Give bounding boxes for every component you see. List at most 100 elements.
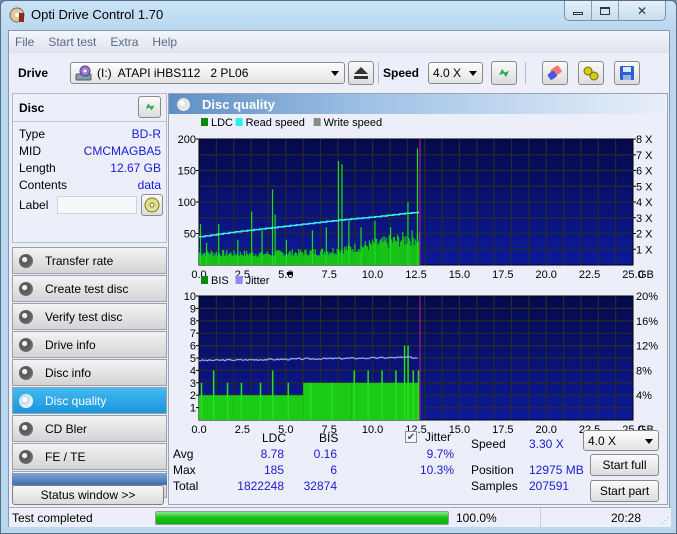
ldc-spike xyxy=(218,224,220,265)
nav-item-transfer-rate[interactable]: Transfer rate xyxy=(12,247,167,274)
close-button[interactable]: ✕ xyxy=(619,1,665,20)
ldc-spike xyxy=(337,161,340,265)
disc-quality-icon xyxy=(177,97,190,111)
eject-button[interactable] xyxy=(348,61,374,85)
y-tick-label: 1 xyxy=(190,403,196,415)
y-tick-label: 200 xyxy=(178,134,196,146)
maximize-button[interactable] xyxy=(592,1,619,20)
nav-item-label: Disc info xyxy=(45,365,92,380)
disc-type-row: Type BD-R xyxy=(19,127,161,144)
nav-item-create-test-disc[interactable]: Create test disc xyxy=(12,275,167,302)
x-tick-label: 20.0 xyxy=(535,269,556,281)
y2-tick-label: 2 X xyxy=(636,229,653,241)
legend-label: Write speed xyxy=(324,117,383,129)
y-tick-label: 50 xyxy=(184,229,196,241)
ldc-spike xyxy=(348,220,350,265)
save-button[interactable] xyxy=(614,61,640,85)
ldc-spike xyxy=(360,227,362,265)
drive-select[interactable]: (I:) ATAPI iHBS112 2 PL06 xyxy=(70,62,345,84)
charts: LDC Read speed Write speed0.0 2.5 5.0 7.5 10.0… xyxy=(178,117,659,434)
disc-contents-row: Contents data xyxy=(19,178,161,195)
disc-label-row: Label xyxy=(19,194,163,216)
disc-label-button[interactable] xyxy=(141,194,163,216)
stats-ldc-value: 185 xyxy=(263,463,284,477)
stats-ldc-header: LDC xyxy=(262,431,287,445)
start-full-button[interactable]: Start full xyxy=(590,454,659,476)
nav-item-fe-te[interactable]: FE / TE xyxy=(12,443,167,470)
drive-icon xyxy=(75,65,92,81)
ldc-spike xyxy=(261,230,263,265)
refresh-button[interactable] xyxy=(491,61,517,85)
disc-mid-row: MID CMCMAGBA5 xyxy=(19,144,161,161)
ldc-spike xyxy=(325,227,327,265)
stats-bis-value: 32874 xyxy=(303,479,337,493)
disc-type-key: Type xyxy=(19,127,46,141)
erase-button[interactable] xyxy=(542,61,568,85)
minimize-button[interactable] xyxy=(565,1,592,20)
close-icon: ✕ xyxy=(636,3,648,18)
stats-jitter-value: 10.3% xyxy=(419,463,454,477)
settings-button[interactable] xyxy=(578,61,604,85)
y2-tick-label: 1 X xyxy=(636,244,653,256)
drive-select-value: (I:) ATAPI iHBS112 2 PL06 xyxy=(97,66,249,80)
toolbar: Drive (I:) ATAPI iHBS112 2 PL06 Speed 4.… xyxy=(9,57,669,91)
nav-item-disc-quality[interactable]: Disc quality xyxy=(12,387,167,414)
stats-jitter-value: 9.7% xyxy=(426,447,454,461)
disc-label-input[interactable] xyxy=(57,196,137,214)
disc-refresh-button[interactable] xyxy=(138,96,161,118)
nav-item-verify-test-disc[interactable]: Verify test disc xyxy=(12,303,167,330)
progress-bar xyxy=(155,511,449,525)
x-unit-label: GB xyxy=(638,269,654,281)
menu-help[interactable]: Help xyxy=(152,35,177,49)
legend-swatch-read-speed xyxy=(235,118,243,126)
y2-tick-label: 4% xyxy=(636,390,652,402)
position-value: 12975 MB xyxy=(529,463,584,477)
nav-item-drive-info[interactable]: Drive info xyxy=(12,331,167,358)
x-tick-label: 10.0 xyxy=(362,424,383,434)
stats-row-label: Total xyxy=(173,479,199,493)
y-tick-label: 3 xyxy=(190,378,196,390)
menu-file[interactable]: File xyxy=(15,35,34,49)
bis-bar xyxy=(199,395,234,420)
window-controls: ✕ xyxy=(564,1,666,21)
panel-title: Disc quality xyxy=(202,96,275,112)
gears-icon xyxy=(583,66,599,81)
menu-start-test[interactable]: Start test xyxy=(48,35,96,49)
save-disk-icon xyxy=(620,66,634,80)
speed-select[interactable]: 4.0 X xyxy=(428,62,483,84)
x-tick-label: 12.5 xyxy=(405,269,426,281)
menu-extra[interactable]: Extra xyxy=(110,35,138,49)
x-tick-label: 22.5 xyxy=(579,269,600,281)
legend-label: Jitter xyxy=(246,275,270,287)
disc-tool-icon xyxy=(19,309,33,324)
nav-item-label: Verify test disc xyxy=(45,309,123,324)
jitter-checkbox[interactable]: ✔ xyxy=(405,431,417,443)
ldc-spike xyxy=(285,239,287,265)
status-separator xyxy=(540,508,541,527)
disc-length-row: Length 12.67 GB xyxy=(19,161,161,178)
nav-item-cd-bler[interactable]: CD Bler xyxy=(12,415,167,442)
bis-spike xyxy=(353,370,356,420)
resize-grip-icon[interactable]: ⋰ xyxy=(661,516,669,525)
y2-tick-label: 8% xyxy=(636,365,652,377)
progress-text: 100.0% xyxy=(456,511,497,525)
x-tick-label: 15.0 xyxy=(449,424,470,434)
jitter-toggle[interactable]: ✔ Jitter xyxy=(405,430,451,444)
test-speed-select[interactable]: 4.0 X xyxy=(583,430,659,451)
stats-bis-value: 6 xyxy=(330,463,337,477)
y-tick-label: 100 xyxy=(178,197,196,209)
x-tick-label: 17.5 xyxy=(492,424,513,434)
ldc-spike xyxy=(374,220,376,265)
disc-contents-key: Contents xyxy=(19,178,68,192)
samples-label: Samples xyxy=(471,479,518,493)
bis-spike xyxy=(310,382,312,420)
nav-item-label: Transfer rate xyxy=(45,253,114,268)
disc-tool-icon xyxy=(19,281,33,296)
start-part-button[interactable]: Start part xyxy=(590,480,659,502)
nav-item-disc-info[interactable]: Disc info xyxy=(12,359,167,386)
stats-row-label: Max xyxy=(173,463,196,477)
x-tick-label: 17.5 xyxy=(492,269,513,281)
status-window-button[interactable]: Status window >> xyxy=(12,485,164,505)
disc-tool-icon xyxy=(19,365,33,380)
ldc-spike xyxy=(274,214,276,265)
